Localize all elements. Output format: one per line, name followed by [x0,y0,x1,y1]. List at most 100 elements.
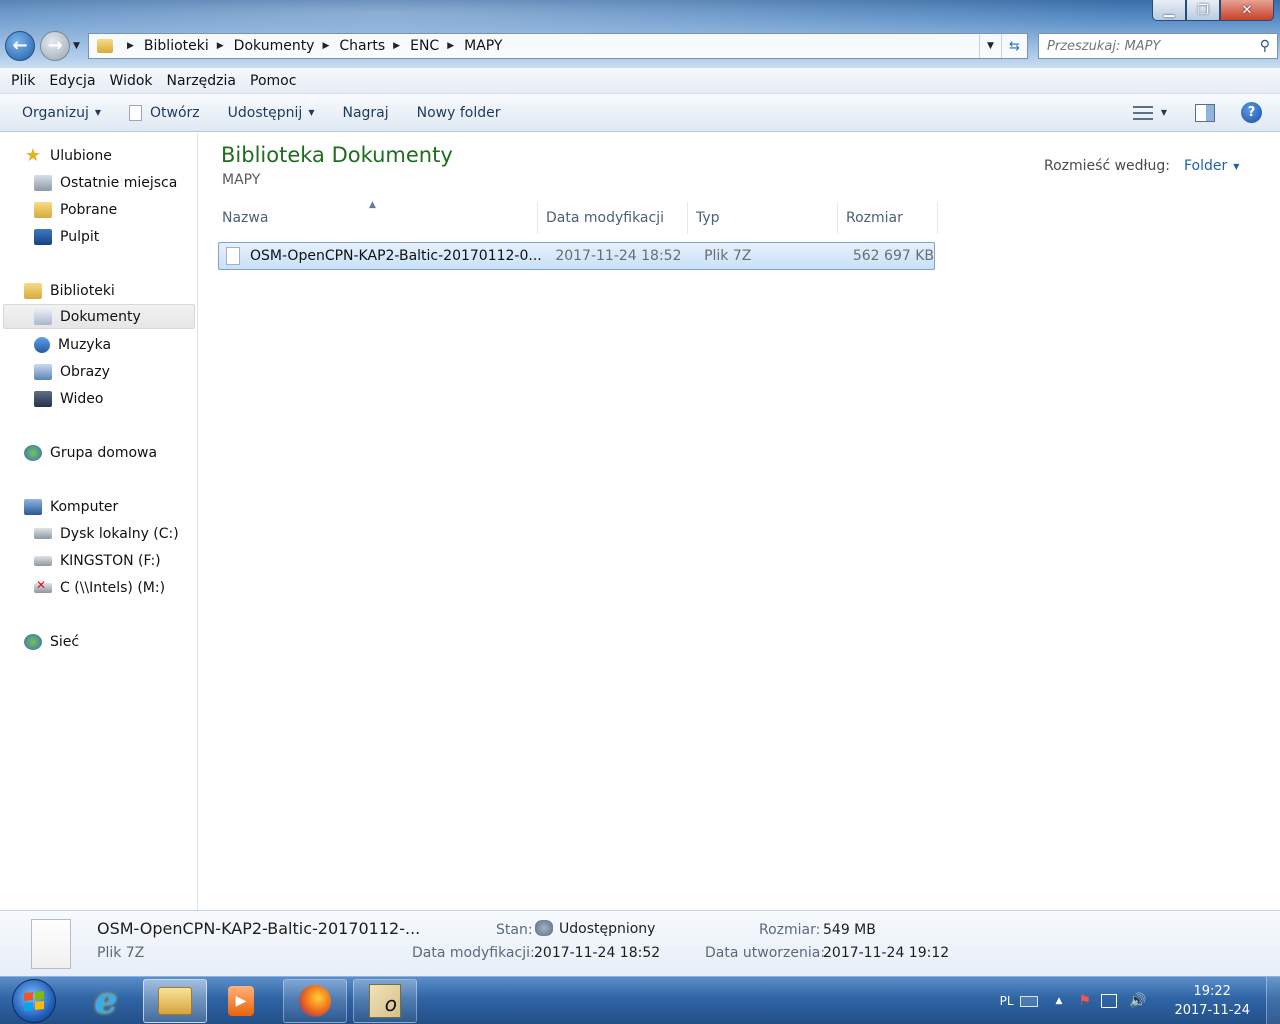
file-date: 2017-11-24 18:52 [555,248,682,264]
nav-pictures[interactable]: Obrazy [34,359,110,384]
menu-file[interactable]: Plik [4,73,42,89]
file-icon [226,247,240,265]
refresh-icon: ⇆ [1009,38,1020,54]
caret-down-icon: ▼ [308,108,315,117]
nav-label: Sieć [50,633,80,650]
recent-pages-dropdown[interactable]: ▼ [73,41,80,51]
minimize-icon: ▁ [1164,2,1174,18]
details-status-value: Udostępniony [559,921,656,937]
maximize-button[interactable]: ❐ [1186,0,1220,21]
video-icon [34,390,52,407]
open-button[interactable]: Otwórz [121,94,208,131]
taskbar-opencpn[interactable]: o [353,979,417,1023]
nav-label: KINGSTON (F:) [60,552,161,569]
chevron-right-icon[interactable]: ▶ [127,41,134,51]
chevron-right-icon[interactable]: ▶ [447,41,454,51]
taskbar: e ▶ o PL ▲ ⚑ 🔊 19:22 2017-11-24 [0,976,1280,1024]
minimize-button[interactable]: ▁ [1152,0,1186,21]
nav-label: Grupa domowa [50,444,158,461]
show-hidden-icons-icon[interactable]: ▲ [1056,996,1063,1006]
media-player-icon: ▶ [228,986,254,1016]
nav-homegroup[interactable]: Grupa domowa [24,440,157,465]
chevron-right-icon[interactable]: ▶ [322,41,329,51]
column-label: Typ [696,210,720,226]
nav-computer[interactable]: Komputer [24,494,118,519]
chevron-right-icon[interactable]: ▶ [393,41,400,51]
column-headers: ▲ Nazwa Data modyfikacji Typ Rozmiar [216,200,938,234]
nav-network[interactable]: Sieć [24,629,79,654]
preview-pane-icon[interactable] [1195,103,1215,122]
burn-button[interactable]: Nagraj [334,94,396,131]
column-header-name[interactable]: ▲ Nazwa [216,200,538,234]
nav-documents[interactable]: Dokumenty [3,304,195,329]
nav-drive-m[interactable]: C (\\Intels) (M:) [34,575,165,600]
new-folder-button[interactable]: Nowy folder [409,94,509,131]
nav-drive-c[interactable]: Dysk lokalny (C:) [34,521,179,546]
organize-button[interactable]: Organizuj ▼ [14,94,109,131]
address-bar[interactable]: ▶ Biblioteki ▶ Dokumenty ▶ Charts ▶ ENC … [88,33,1028,59]
breadcrumb-item[interactable]: Dokumenty [234,38,315,54]
column-header-date[interactable]: Data modyfikacji [538,202,688,234]
action-center-alert-icon[interactable]: ⚑ [1078,993,1091,1009]
file-row-selected[interactable]: OSM-OpenCPN-KAP2-Baltic-20170112-0... 20… [218,242,935,270]
nav-recent-places[interactable]: Ostatnie miejsca [34,170,177,195]
details-file-name: OSM-OpenCPN-KAP2-Baltic-20170112-... [97,919,421,938]
toolbar-right: ▼ ? [1132,94,1262,131]
forward-button[interactable]: → [40,31,70,61]
close-button[interactable]: ✕ [1220,0,1274,21]
library-title: Biblioteka Dokumenty [221,143,453,167]
menu-help[interactable]: Pomoc [243,73,303,89]
column-header-type[interactable]: Typ [688,202,838,234]
close-icon: ✕ [1241,2,1253,18]
details-created-label: Data utworzenia: [705,945,826,961]
volume-icon[interactable]: 🔊 [1129,993,1146,1009]
nav-label: Wideo [60,390,104,407]
nav-video[interactable]: Wideo [34,386,104,411]
menu-tools[interactable]: Narzędzia [160,73,243,89]
nav-music[interactable]: Muzyka [34,332,111,357]
view-details-icon[interactable] [1132,105,1153,120]
taskbar-media-player[interactable]: ▶ [209,979,273,1023]
input-language[interactable]: PL [1000,994,1014,1008]
taskbar-windows-explorer[interactable] [143,979,207,1023]
homegroup-icon [24,444,42,461]
address-history-dropdown[interactable]: ▼ [979,34,1001,58]
nav-downloads[interactable]: Pobrane [34,197,117,222]
menu-view[interactable]: Widok [103,73,160,89]
clock[interactable]: 19:22 2017-11-24 [1174,982,1250,1020]
nav-label: Muzyka [58,336,112,353]
disconnected-network-drive-icon [34,578,52,593]
chevron-right-icon[interactable]: ▶ [217,41,224,51]
search-box[interactable]: ⚲ [1038,33,1278,59]
burn-label: Nagraj [342,104,389,121]
help-icon[interactable]: ? [1241,102,1262,123]
breadcrumb-item[interactable]: Biblioteki [144,38,209,54]
search-icon[interactable]: ⚲ [1260,38,1270,54]
breadcrumb-item[interactable]: MAPY [464,38,502,54]
nav-desktop[interactable]: Pulpit [34,224,99,249]
taskbar-firefox[interactable] [283,979,347,1023]
view-options-dropdown[interactable]: ▼ [1161,108,1167,117]
caret-down-icon[interactable]: ▼ [1233,162,1239,171]
nav-libraries[interactable]: Biblioteki [24,278,115,303]
nav-label: Ostatnie miejsca [60,174,178,191]
search-input[interactable] [1047,38,1252,54]
keyboard-icon[interactable] [1019,995,1038,1007]
refresh-button[interactable]: ⇆ [1001,34,1027,58]
show-desktop-button[interactable] [1266,977,1280,1024]
breadcrumb-item[interactable]: ENC [410,38,439,54]
nav-favorites[interactable]: ★ Ulubione [24,143,112,168]
arrange-by-dropdown[interactable]: Folder [1184,158,1227,174]
breadcrumb-item[interactable]: Charts [339,38,385,54]
folder-icon [97,39,113,53]
network-status-icon[interactable] [1101,994,1117,1008]
nav-drive-f[interactable]: KINGSTON (F:) [34,548,161,573]
navigation-pane: ★ Ulubione Ostatnie miejsca Pobrane Pulp… [0,133,198,910]
window-titlebar: ▁ ❐ ✕ ← → ▼ ▶ Biblioteki ▶ Dokumenty ▶ C… [0,0,1280,68]
menu-edit[interactable]: Edycja [42,73,102,89]
taskbar-internet-explorer[interactable]: e [74,979,138,1023]
share-button[interactable]: Udostępnij ▼ [220,94,323,131]
back-button[interactable]: ← [5,31,35,61]
column-header-size[interactable]: Rozmiar [838,202,938,234]
start-button[interactable] [12,979,56,1023]
